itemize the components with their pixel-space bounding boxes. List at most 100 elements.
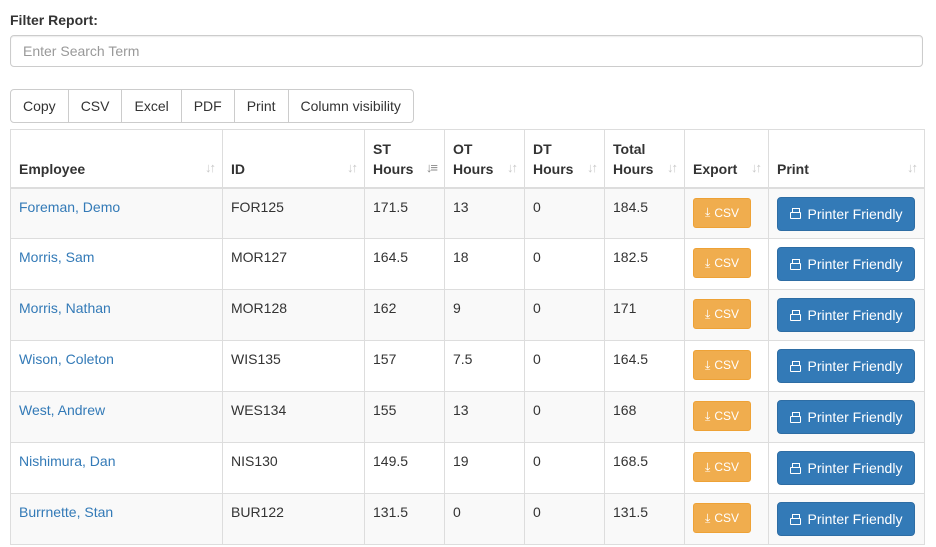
printer-friendly-button[interactable]: Printer Friendly xyxy=(777,247,915,281)
dt-hours-cell: 0 xyxy=(524,238,605,290)
print-cell: Printer Friendly xyxy=(768,340,925,392)
print-cell: Printer Friendly xyxy=(768,238,925,290)
employee-link[interactable]: Morris, Nathan xyxy=(19,300,111,316)
employee-cell: Morris, Nathan xyxy=(10,289,223,341)
column-header-id[interactable]: ID ↓↑ xyxy=(222,129,365,189)
column-header-dt-hours[interactable]: DT Hours ↓↑ xyxy=(524,129,605,189)
column-header-total-hours[interactable]: Total Hours ↓↑ xyxy=(604,129,685,189)
st-hours-cell: 149.5 xyxy=(364,442,445,494)
print-cell: Printer Friendly xyxy=(768,442,925,494)
sort-both-icon: ↓↑ xyxy=(907,159,918,175)
printer-friendly-label: Printer Friendly xyxy=(807,511,903,527)
print-icon xyxy=(789,411,802,423)
printer-friendly-button[interactable]: Printer Friendly xyxy=(777,451,915,485)
total-hours-cell: 184.5 xyxy=(604,187,685,239)
row-csv-button[interactable]: ⤓ CSV xyxy=(693,299,751,329)
print-icon xyxy=(789,208,802,219)
ot-hours-cell: 18 xyxy=(444,238,525,290)
export-cell: ⤓ CSV xyxy=(684,493,769,545)
employee-cell: Morris, Sam xyxy=(10,238,223,290)
print-button[interactable]: Print xyxy=(233,89,289,123)
printer-friendly-label: Printer Friendly xyxy=(807,460,903,476)
export-cell: ⤓ CSV xyxy=(684,391,769,443)
copy-button[interactable]: Copy xyxy=(10,89,69,123)
print-icon xyxy=(789,462,802,474)
printer-friendly-label: Printer Friendly xyxy=(807,307,903,323)
download-icon: ⤓ xyxy=(705,510,711,525)
id-cell: MOR128 xyxy=(222,289,365,341)
employee-link[interactable]: Foreman, Demo xyxy=(19,199,120,215)
print-cell: Printer Friendly xyxy=(768,289,925,341)
printer-friendly-label: Printer Friendly xyxy=(807,358,903,374)
id-cell: FOR125 xyxy=(222,187,365,239)
row-csv-button[interactable]: ⤓ CSV xyxy=(693,401,751,431)
printer-friendly-button[interactable]: Printer Friendly xyxy=(777,196,915,231)
table-row: Wison, Coleton WIS135 157 7.5 0 164.5 ⤓ CSV Prin… xyxy=(10,340,925,392)
id-cell: NIS130 xyxy=(222,442,365,494)
column-header-export[interactable]: Export ↓↑ xyxy=(684,129,769,189)
sort-both-icon: ↓↑ xyxy=(667,159,678,175)
printer-friendly-button[interactable]: Printer Friendly xyxy=(777,298,915,332)
printer-friendly-button[interactable]: Printer Friendly xyxy=(777,400,915,434)
column-header-employee[interactable]: Employee ↓↑ xyxy=(10,129,223,189)
row-csv-label: CSV xyxy=(714,409,739,423)
ot-hours-cell: 13 xyxy=(444,391,525,443)
column-header-print[interactable]: Print ↓↑ xyxy=(768,129,925,189)
row-csv-label: CSV xyxy=(714,460,739,474)
export-cell: ⤓ CSV xyxy=(684,289,769,341)
st-hours-cell: 171.5 xyxy=(364,187,445,239)
csv-export-button[interactable]: CSV xyxy=(67,89,123,123)
employee-link[interactable]: West, Andrew xyxy=(19,402,105,418)
employee-link[interactable]: Morris, Sam xyxy=(19,249,94,265)
filter-label: Filter Report: xyxy=(10,12,98,28)
row-csv-button[interactable]: ⤓ CSV xyxy=(693,503,751,533)
employee-cell: West, Andrew xyxy=(10,391,223,443)
dt-hours-cell: 0 xyxy=(524,391,605,443)
table-row: Nishimura, Dan NIS130 149.5 19 0 168.5 ⤓ CSV Pri… xyxy=(10,442,925,494)
sort-both-icon: ↓↑ xyxy=(347,159,358,175)
id-cell: WIS135 xyxy=(222,340,365,392)
dt-hours-cell: 0 xyxy=(524,289,605,341)
column-header-ot-hours[interactable]: OT Hours ↓↑ xyxy=(444,129,525,189)
employee-link[interactable]: Wison, Coleton xyxy=(19,351,114,367)
printer-friendly-button[interactable]: Printer Friendly xyxy=(777,349,915,383)
row-csv-button[interactable]: ⤓ CSV xyxy=(693,350,751,380)
st-hours-cell: 155 xyxy=(364,391,445,443)
pdf-export-button[interactable]: PDF xyxy=(180,89,235,123)
column-header-st-hours[interactable]: ST Hours ↓≡ xyxy=(364,129,445,189)
search-input[interactable] xyxy=(10,35,923,67)
table-row: Morris, Sam MOR127 164.5 18 0 182.5 ⤓ CSV Printe… xyxy=(10,238,925,290)
table-row: Burrnette, Stan BUR122 131.5 0 0 131.5 ⤓ CSV Pri… xyxy=(10,493,925,545)
table-row: West, Andrew WES134 155 13 0 168 ⤓ CSV Printer F… xyxy=(10,391,925,443)
row-csv-button[interactable]: ⤓ CSV xyxy=(693,452,751,482)
st-hours-cell: 157 xyxy=(364,340,445,392)
print-cell: Printer Friendly xyxy=(768,493,925,545)
dt-hours-cell: 0 xyxy=(524,340,605,392)
total-hours-cell: 131.5 xyxy=(604,493,685,545)
export-cell: ⤓ CSV xyxy=(684,238,769,290)
table-header-row: Employee ↓↑ ID ↓↑ ST Hours ↓≡ OT Hours ↓↑ … xyxy=(10,129,925,189)
download-icon: ⤓ xyxy=(705,459,711,474)
printer-friendly-label: Printer Friendly xyxy=(807,409,903,425)
print-cell: Printer Friendly xyxy=(768,187,925,239)
column-visibility-button[interactable]: Column visibility xyxy=(287,89,414,123)
st-hours-cell: 164.5 xyxy=(364,238,445,290)
sort-amount-desc-icon: ↓≡ xyxy=(425,159,438,175)
st-hours-cell: 131.5 xyxy=(364,493,445,545)
id-cell: MOR127 xyxy=(222,238,365,290)
sort-both-icon: ↓↑ xyxy=(205,159,216,175)
dt-hours-cell: 0 xyxy=(524,493,605,545)
total-hours-cell: 168 xyxy=(604,391,685,443)
print-icon xyxy=(789,360,802,372)
employee-cell: Foreman, Demo xyxy=(10,187,223,239)
ot-hours-cell: 7.5 xyxy=(444,340,525,392)
export-cell: ⤓ CSV xyxy=(684,340,769,392)
row-csv-button[interactable]: ⤓ CSV xyxy=(693,197,751,228)
st-hours-cell: 162 xyxy=(364,289,445,341)
employee-link[interactable]: Nishimura, Dan xyxy=(19,453,115,469)
row-csv-button[interactable]: ⤓ CSV xyxy=(693,248,751,278)
print-icon xyxy=(789,258,802,270)
employee-link[interactable]: Burrnette, Stan xyxy=(19,504,113,520)
excel-export-button[interactable]: Excel xyxy=(121,89,182,123)
printer-friendly-button[interactable]: Printer Friendly xyxy=(777,502,915,536)
